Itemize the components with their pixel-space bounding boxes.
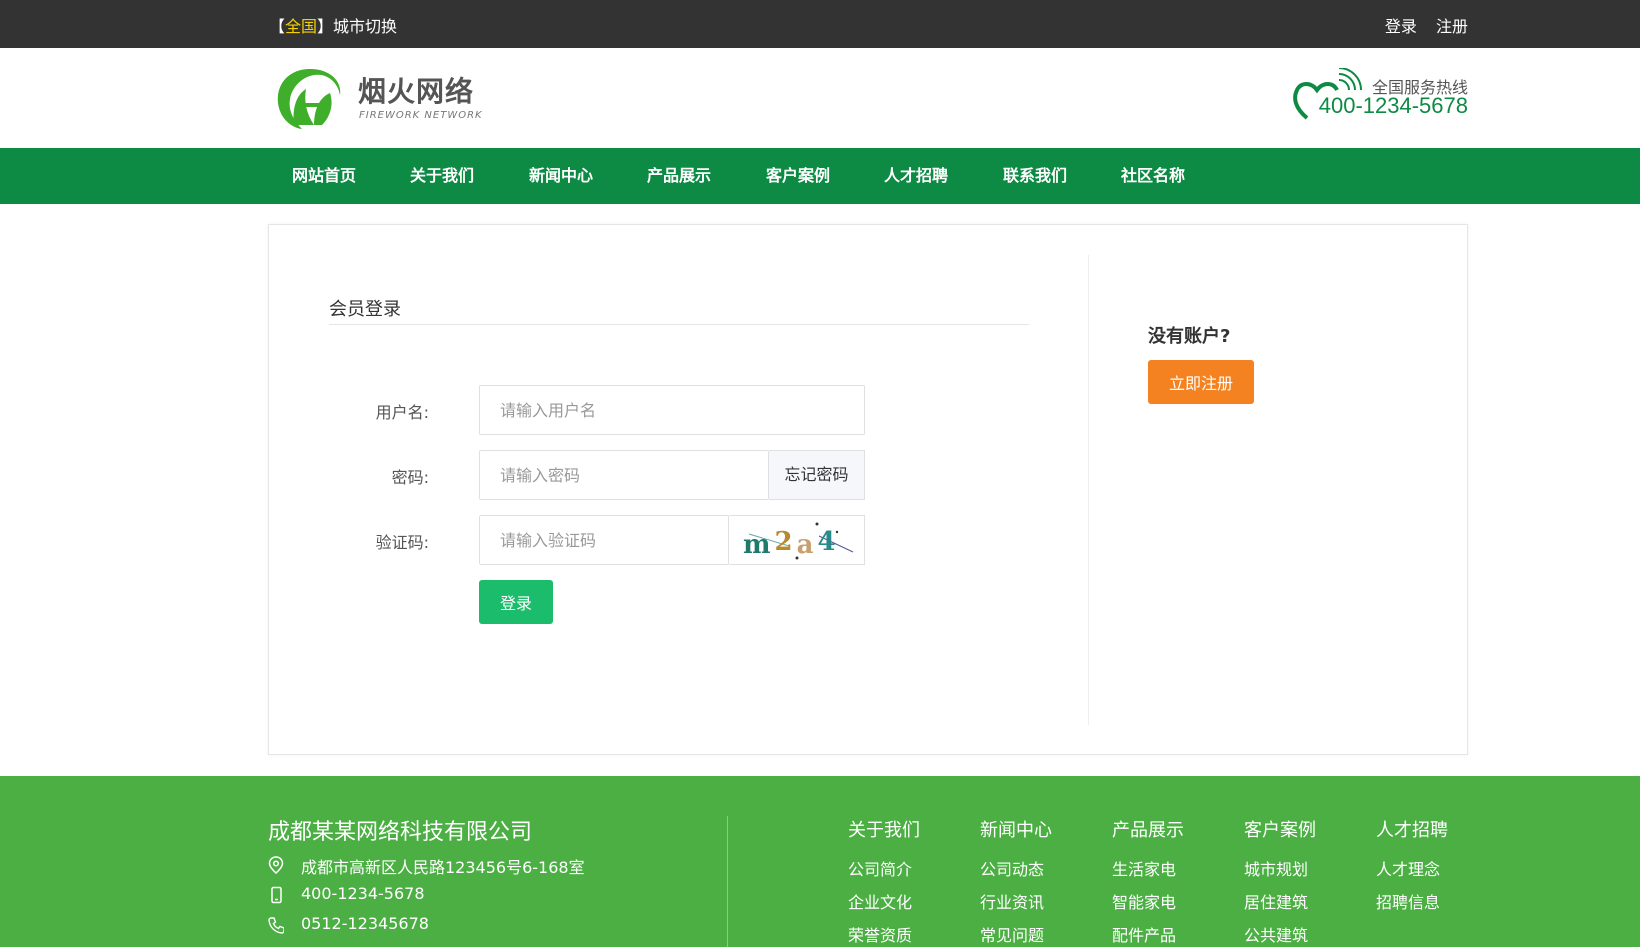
footer-link[interactable]: 招聘信息: [1376, 889, 1448, 913]
footer-link[interactable]: 行业资讯: [980, 889, 1052, 913]
title-divider: [329, 324, 1029, 325]
forgot-password-button[interactable]: 忘记密码: [769, 450, 865, 500]
footer-column-title[interactable]: 新闻中心: [980, 816, 1052, 842]
card-vertical-divider: [1088, 255, 1089, 725]
footer-link[interactable]: 居住建筑: [1244, 889, 1316, 913]
register-now-button[interactable]: 立即注册: [1148, 360, 1254, 404]
top-auth-links: 登录 注册: [1371, 13, 1468, 37]
nav-item-cases[interactable]: 客户案例: [766, 148, 830, 204]
site-header: 烟火网络 FIREWORK NETWORK 全国服务热线 400-1234-56…: [0, 48, 1640, 148]
site-footer: 成都某某网络科技有限公司 成都市高新区人民路123456号6-168室 400-…: [0, 776, 1640, 947]
username-input[interactable]: [479, 385, 865, 435]
password-label: 密码:: [391, 468, 429, 487]
top-bar: 【全国】城市切换 登录 注册: [0, 0, 1640, 48]
main-nav: 网站首页 关于我们 新闻中心 产品展示 客户案例 人才招聘 联系我们 社区名称: [0, 148, 1640, 204]
hotline-number: 400-1234-5678: [1318, 93, 1468, 118]
footer-link[interactable]: 荣誉资质: [848, 922, 920, 946]
footer-address: 成都市高新区人民路123456号6-168室: [301, 858, 585, 877]
nav-item-contact[interactable]: 联系我们: [1003, 148, 1067, 204]
captcha-input[interactable]: [479, 515, 729, 565]
footer-column-news: 新闻中心 公司动态 行业资讯 常见问题: [980, 816, 1052, 947]
brand-name: 烟火网络: [358, 75, 475, 108]
footer-phone: 0512-12345678: [301, 914, 429, 933]
captcha-label: 验证码:: [375, 533, 429, 552]
footer-company-name: 成都某某网络科技有限公司: [268, 820, 533, 845]
footer-link[interactable]: 常见问题: [980, 922, 1052, 946]
mobile-phone-icon: [271, 886, 282, 904]
nav-item-community[interactable]: 社区名称: [1121, 148, 1185, 204]
footer-column-title[interactable]: 客户案例: [1244, 816, 1316, 842]
brand-logo-icon[interactable]: [274, 65, 346, 131]
nav-item-news[interactable]: 新闻中心: [529, 148, 593, 204]
captcha-text: m2a4: [743, 527, 836, 560]
login-submit-button[interactable]: 登录: [479, 580, 553, 624]
top-login-link[interactable]: 登录: [1385, 17, 1417, 36]
current-city: 全国: [285, 17, 318, 36]
city-switch[interactable]: 【全国】城市切换: [269, 13, 397, 37]
nav-item-home[interactable]: 网站首页: [292, 148, 356, 204]
login-title: 会员登录: [329, 299, 401, 320]
nav-item-about[interactable]: 关于我们: [410, 148, 474, 204]
footer-link[interactable]: 人才理念: [1376, 856, 1448, 880]
no-account-text: 没有账户?: [1148, 326, 1231, 347]
captcha-graphic: m2a4: [743, 522, 854, 560]
footer-link[interactable]: 城市规划: [1244, 856, 1316, 880]
footer-link[interactable]: 智能家电: [1112, 889, 1184, 913]
footer-link[interactable]: 生活家电: [1112, 856, 1184, 880]
nav-item-products[interactable]: 产品展示: [647, 148, 711, 204]
nav-item-jobs[interactable]: 人才招聘: [884, 148, 948, 204]
footer-column-title[interactable]: 关于我们: [848, 816, 920, 842]
footer-column-title[interactable]: 产品展示: [1112, 816, 1184, 842]
city-bracket-close: 】: [317, 17, 334, 36]
footer-column-title[interactable]: 人才招聘: [1376, 816, 1448, 842]
location-pin-icon: [268, 856, 284, 874]
top-register-link[interactable]: 注册: [1436, 17, 1468, 36]
footer-column-about: 关于我们 公司简介 企业文化 荣誉资质: [848, 816, 920, 947]
login-card: 会员登录 用户名: 密码: 忘记密码 验证码: m2a4 登录 没有账户? 立即…: [268, 224, 1468, 755]
footer-link[interactable]: 公共建筑: [1244, 922, 1316, 946]
footer-link[interactable]: 公司动态: [980, 856, 1052, 880]
footer-column-jobs: 人才招聘 人才理念 招聘信息: [1376, 816, 1448, 922]
footer-link[interactable]: 公司简介: [848, 856, 920, 880]
footer-column-cases: 客户案例 城市规划 居住建筑 公共建筑: [1244, 816, 1316, 947]
footer-link[interactable]: 配件产品: [1112, 922, 1184, 946]
password-input[interactable]: [479, 450, 769, 500]
brand-english-name: FIREWORK NETWORK: [359, 110, 483, 121]
captcha-image[interactable]: m2a4: [729, 515, 865, 565]
footer-column-products: 产品展示 生活家电 智能家电 配件产品: [1112, 816, 1184, 947]
username-label: 用户名:: [375, 403, 429, 422]
telephone-icon: [268, 917, 284, 934]
footer-link[interactable]: 企业文化: [848, 889, 920, 913]
footer-mobile: 400-1234-5678: [301, 884, 425, 903]
footer-divider: [727, 816, 728, 947]
city-switch-label: 城市切换: [333, 17, 398, 36]
city-bracket-open: 【: [269, 17, 286, 36]
